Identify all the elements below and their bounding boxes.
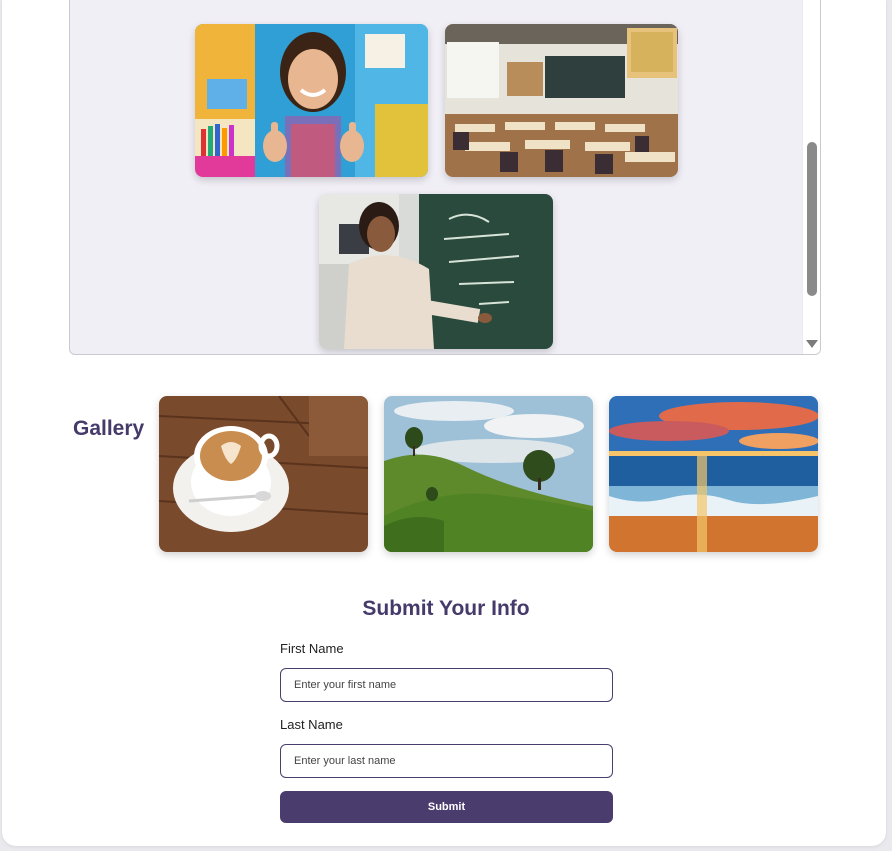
first-name-label: First Name [280, 641, 344, 656]
photo-scroll-area[interactable] [69, 0, 821, 355]
scroll-down-arrow-icon[interactable] [806, 340, 818, 348]
coffee-latte-photo [159, 396, 368, 552]
submit-button[interactable]: Submit [280, 791, 613, 823]
scrollbar-thumb[interactable] [807, 142, 817, 296]
ocean-sunset-photo [609, 396, 818, 552]
green-hills-photo [384, 396, 593, 552]
page-card: Gallery Submit Your Info First Name Ente… [2, 0, 886, 846]
form-title: Submit Your Info [362, 597, 530, 620]
gallery-title: Gallery [73, 417, 145, 440]
last-name-label: Last Name [280, 717, 343, 732]
classroom-photo [445, 24, 678, 177]
first-name-input[interactable] [280, 668, 613, 702]
last-name-input[interactable] [280, 744, 613, 778]
scrollbar[interactable] [802, 0, 820, 354]
teacher-chalkboard-photo [319, 194, 553, 349]
girl-thumbs-up-photo [195, 24, 428, 177]
